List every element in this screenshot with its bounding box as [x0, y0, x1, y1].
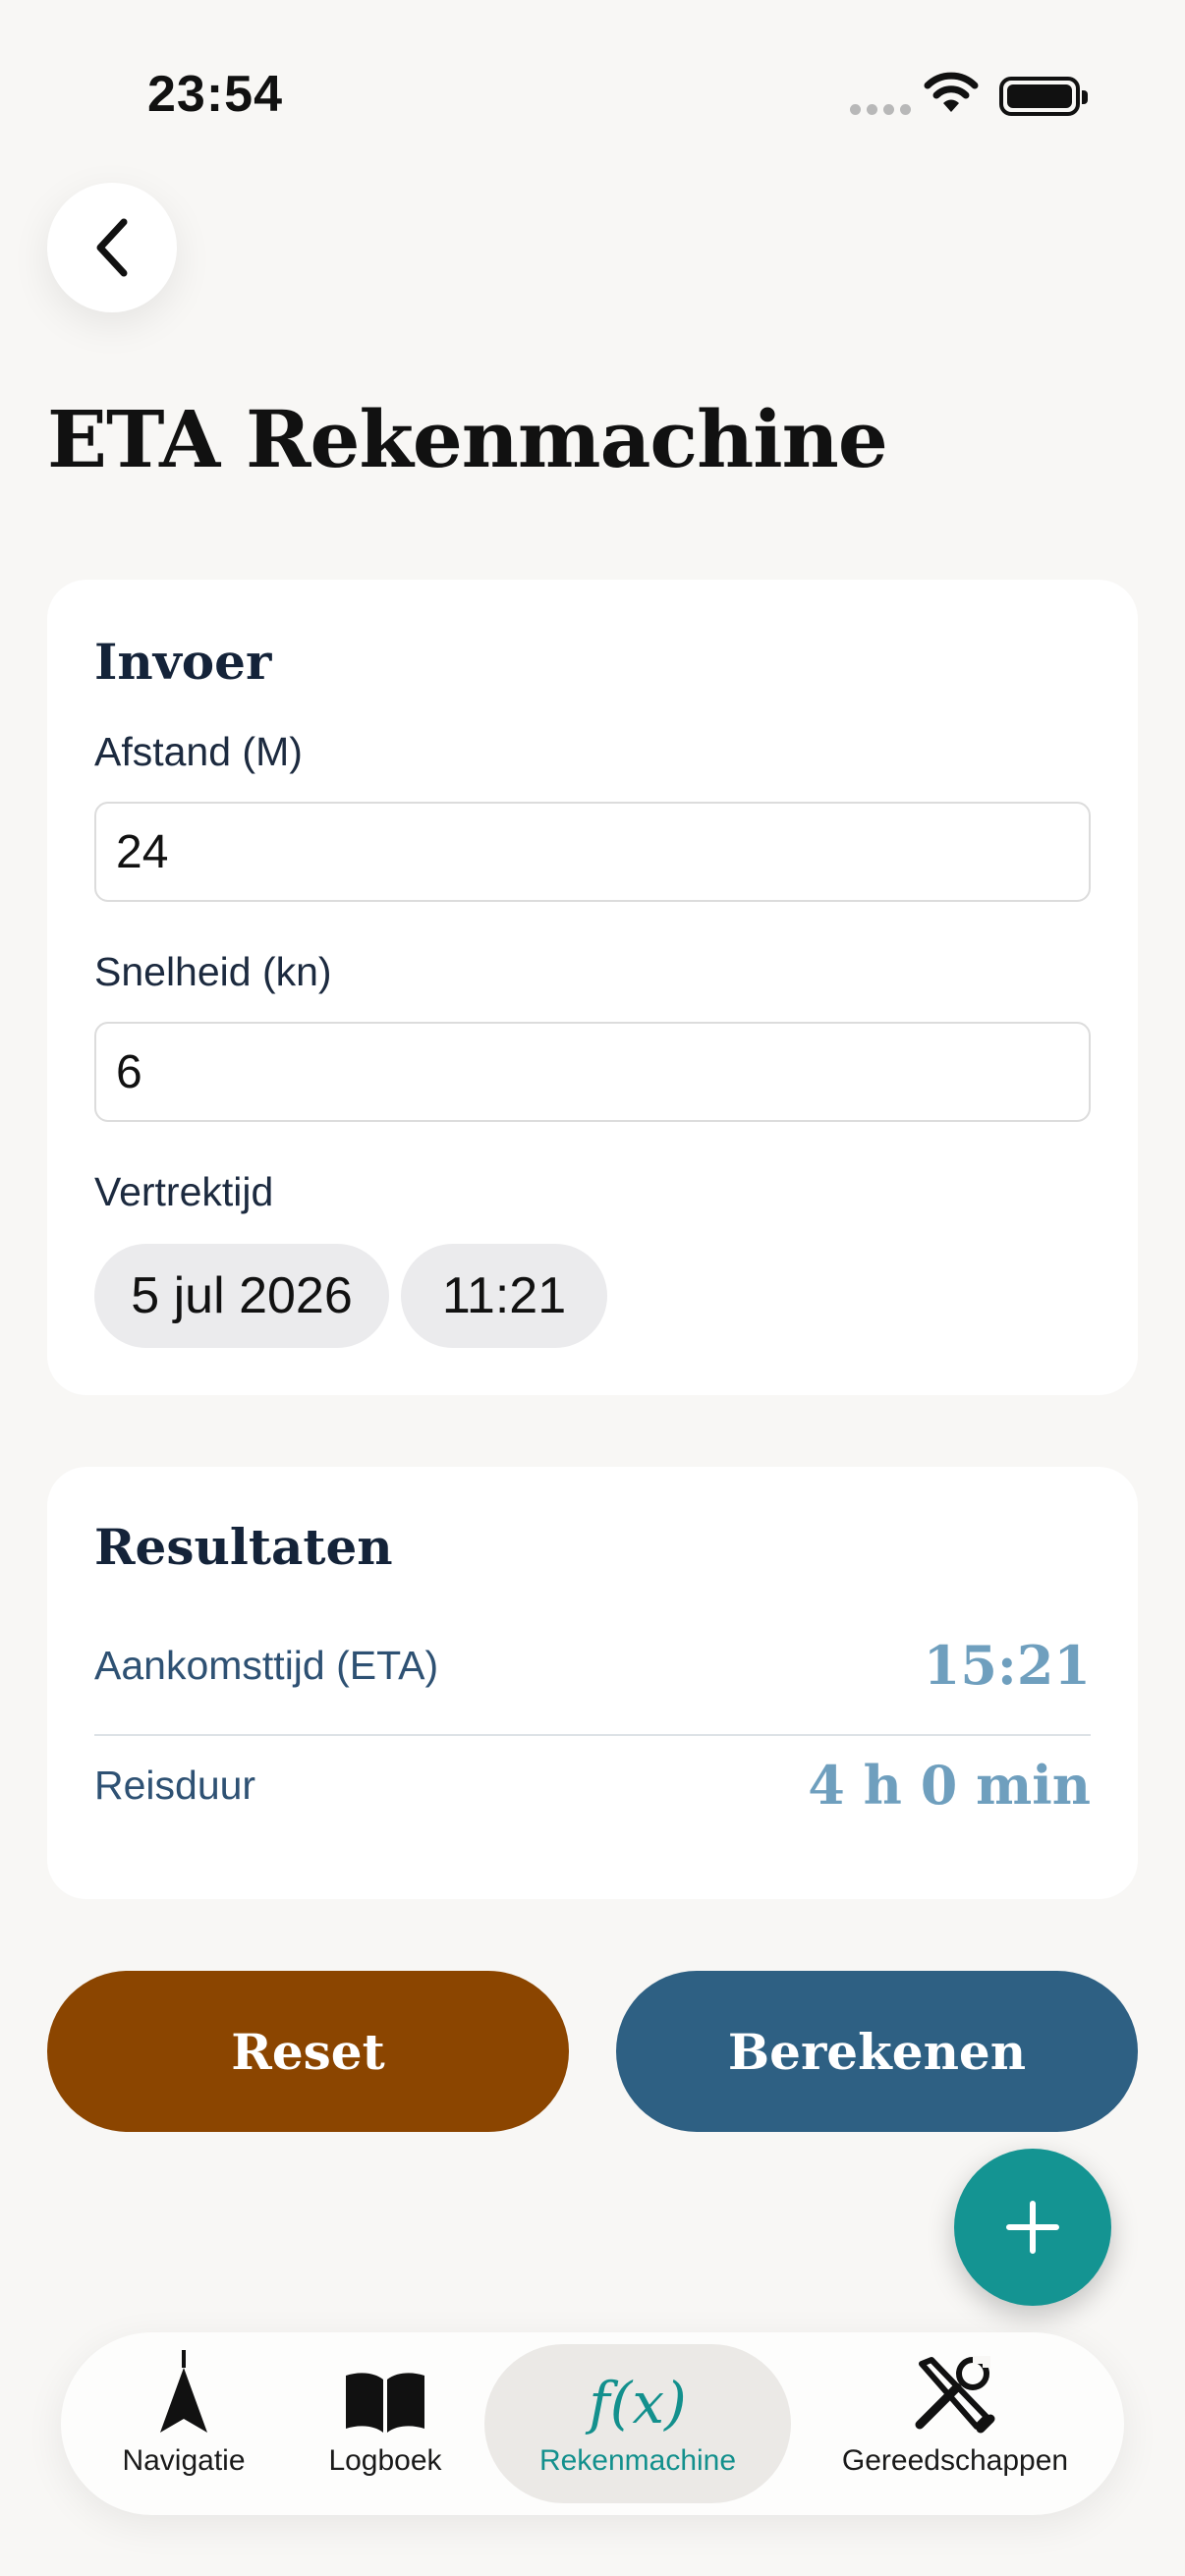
- results-card-heading: Resultaten: [94, 1518, 393, 1576]
- navigation-arrow-icon: [160, 2350, 207, 2433]
- tab-rekenmachine[interactable]: f(x) Rekenmachine: [484, 2344, 791, 2503]
- tab-navigatie[interactable]: Navigatie: [100, 2344, 267, 2503]
- page-title: ETA Rekenmachine: [47, 393, 888, 485]
- eta-row: Aankomsttijd (ETA) 15:21: [94, 1634, 1091, 1697]
- back-button[interactable]: [47, 183, 177, 312]
- duration-label: Reisduur: [94, 1762, 256, 1808]
- distance-label: Afstand (M): [94, 729, 303, 774]
- battery-icon: [999, 77, 1088, 116]
- tools-icon: [915, 2356, 995, 2434]
- tab-logboek[interactable]: Logboek: [302, 2344, 469, 2503]
- plus-icon: [1006, 2201, 1059, 2254]
- wifi-icon: [924, 72, 979, 112]
- book-icon: [346, 2373, 424, 2433]
- speed-label: Snelheid (kn): [94, 949, 332, 994]
- departure-date-picker[interactable]: 5 jul 2026: [94, 1244, 389, 1348]
- tab-label-navigatie: Navigatie: [122, 2444, 246, 2477]
- tab-label-rekenmachine: Rekenmachine: [538, 2444, 737, 2477]
- function-icon: f(x): [589, 2370, 687, 2436]
- duration-value: 4 h 0 min: [808, 1754, 1091, 1817]
- tab-label-gereedschappen: Gereedschappen: [841, 2444, 1069, 2477]
- chevron-left-icon: [96, 218, 128, 277]
- eta-label: Aankomsttijd (ETA): [94, 1642, 439, 1688]
- duration-row: Reisduur 4 h 0 min: [94, 1754, 1091, 1817]
- results-divider: [94, 1734, 1091, 1736]
- input-card: Invoer Afstand (M) Snelheid (kn) Vertrek…: [47, 580, 1138, 1395]
- tab-gereedschappen[interactable]: Gereedschappen: [808, 2344, 1102, 2503]
- departure-time-picker[interactable]: 11:21: [401, 1244, 607, 1348]
- calculate-button[interactable]: Berekenen: [616, 1971, 1138, 2132]
- distance-input[interactable]: [94, 802, 1091, 902]
- results-card: Resultaten Aankomsttijd (ETA) 15:21 Reis…: [47, 1467, 1138, 1899]
- eta-calculator-screen: 23:54 ETA Rekenmachine Invoer Afstand (M…: [0, 0, 1185, 2576]
- tab-label-logboek: Logboek: [328, 2444, 442, 2477]
- speed-input[interactable]: [94, 1022, 1091, 1122]
- status-time: 23:54: [147, 66, 283, 123]
- reset-button[interactable]: Reset: [47, 1971, 569, 2132]
- eta-value: 15:21: [923, 1634, 1091, 1697]
- input-card-heading: Invoer: [94, 633, 272, 691]
- cellular-signal-icon: [850, 104, 911, 115]
- add-fab-button[interactable]: [954, 2149, 1111, 2306]
- tab-bar: Navigatie Logboek f(x) Rekenmachine Gere…: [61, 2332, 1124, 2515]
- departure-label: Vertrektijd: [94, 1169, 274, 1214]
